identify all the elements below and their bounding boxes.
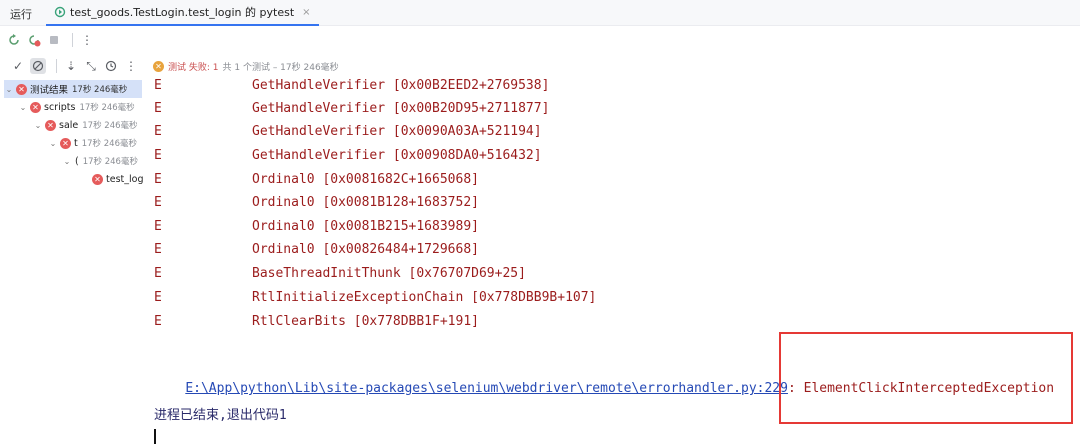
console-line: E Ordinal0 [0x00826484+1729668]	[154, 242, 479, 257]
error-icon: ✕	[30, 101, 41, 113]
tree-item-test-login[interactable]: ✕ test_log	[90, 170, 143, 188]
chevron-down-icon[interactable]: ⌄	[48, 139, 58, 148]
console-line: E GetHandleVerifier [0x00B20D95+2711877]	[154, 101, 550, 116]
stop-icon[interactable]	[46, 32, 62, 48]
test-toolbar: ✓ ⇣ ⤡ ⋮ ✕ 测试 失败: 1 共 1 个测试 – 17秒 246毫秒	[0, 55, 1080, 77]
run-toolbar: ⋮	[0, 29, 1080, 51]
status-summary-text: 共 1 个测试 – 17秒 246毫秒	[222, 62, 339, 73]
console-line: E Ordinal0 [0x0081B215+1683989]	[154, 219, 479, 234]
tree-item-scripts[interactable]: ⌄ ✕ scripts 17秒 246毫秒	[18, 98, 135, 116]
test-status-summary: ✕ 测试 失败: 1 共 1 个测试 – 17秒 246毫秒	[153, 60, 339, 73]
error-icon: ✕	[45, 119, 56, 131]
tree-item-module[interactable]: ⌄ ✕ t 17秒 246毫秒	[48, 134, 137, 152]
rerun-icon[interactable]	[6, 32, 22, 48]
error-icon: ✕	[60, 137, 71, 149]
console-line: E GetHandleVerifier [0x0090A03A+521194]	[154, 124, 542, 139]
sort-icon[interactable]: ⇣	[63, 58, 79, 74]
more-icon[interactable]: ⋮	[123, 58, 139, 74]
panel-title: 运行	[10, 8, 32, 21]
warning-icon: ✕	[153, 60, 164, 72]
console-line: E Ordinal0 [0x0081682C+1665068]	[154, 172, 479, 187]
console-line: E GetHandleVerifier [0x00B2EED2+2769538]	[154, 78, 550, 93]
process-exit-message: 进程已结束,退出代码1	[154, 408, 287, 423]
console-line: E BaseThreadInitThunk [0x76707D69+25]	[154, 266, 526, 281]
annotation-highlight-box	[779, 332, 1073, 424]
show-ignored-icon[interactable]	[30, 58, 46, 74]
tree-item-test-results[interactable]: ⌄ ✕ 测试结果 17秒 246毫秒	[4, 80, 142, 98]
rerun-failed-icon[interactable]	[26, 32, 42, 48]
show-passed-icon[interactable]: ✓	[10, 58, 26, 74]
pytest-run-icon	[54, 6, 66, 18]
run-tool-window-header: 运行 test_goods.TestLogin.test_login 的 pyt…	[0, 0, 1080, 26]
more-icon[interactable]: ⋮	[79, 32, 95, 48]
tree-item-sale[interactable]: ⌄ ✕ sale 17秒 246毫秒	[33, 116, 138, 134]
test-results-tree: ⌄ ✕ 测试结果 17秒 246毫秒 ⌄ ✕ scripts 17秒 246毫秒…	[0, 79, 143, 446]
console-line: E GetHandleVerifier [0x00908DA0+516432]	[154, 148, 542, 163]
console-line: E RtlInitializeExceptionChain [0x778DBB9B…	[154, 290, 597, 305]
chevron-down-icon[interactable]: ⌄	[18, 103, 28, 112]
chevron-down-icon[interactable]: ⌄	[33, 121, 43, 130]
tree-item-class[interactable]: ⌄ ( 17秒 246毫秒	[62, 152, 138, 170]
error-icon: ✕	[92, 173, 103, 185]
run-tab-label: test_goods.TestLogin.test_login 的 pytest	[70, 6, 295, 19]
chevron-down-icon[interactable]: ⌄	[4, 85, 14, 94]
toolbar-divider	[56, 59, 57, 73]
history-icon[interactable]	[103, 58, 119, 74]
text-caret	[154, 429, 156, 444]
close-tab-icon[interactable]: ×	[302, 7, 310, 18]
toolbar-divider	[72, 33, 73, 47]
run-tab[interactable]: test_goods.TestLogin.test_login 的 pytest…	[46, 0, 319, 26]
status-prefix: 测试 失败: 1	[168, 62, 219, 73]
collapse-icon[interactable]: ⤡	[83, 58, 99, 74]
error-file-link[interactable]: E:\App\python\Lib\site-packages\selenium…	[185, 381, 788, 396]
error-icon: ✕	[16, 83, 27, 95]
console-line: E RtlClearBits [0x778DBB1F+191]	[154, 314, 479, 329]
chevron-down-icon[interactable]: ⌄	[62, 157, 72, 166]
console-line: E Ordinal0 [0x0081B128+1683752]	[154, 195, 479, 210]
